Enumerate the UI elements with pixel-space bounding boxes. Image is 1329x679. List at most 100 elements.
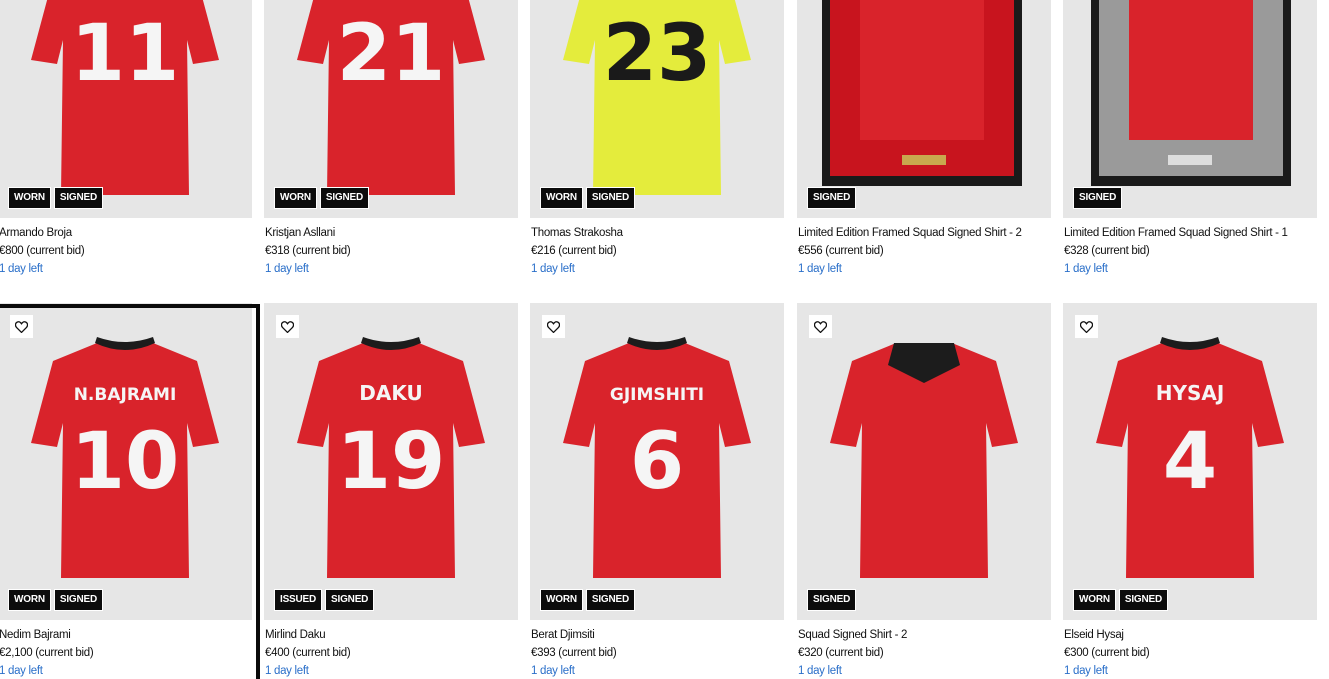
- status-badge: SIGNED: [807, 589, 857, 611]
- bid-label: (current bid): [23, 245, 85, 257]
- favorite-button[interactable]: [542, 315, 565, 338]
- bid-label: (current bid): [822, 647, 884, 659]
- heart-outline-icon: [281, 320, 294, 333]
- bid-amount: €800: [0, 245, 24, 257]
- bid-label: (current bid): [555, 647, 617, 659]
- product-image[interactable]: SIGNED: [797, 303, 1051, 620]
- shirt-number: 21: [337, 9, 446, 99]
- badge-group: WORN SIGNED: [540, 187, 636, 209]
- product-image[interactable]: 23 WORN SIGNED: [530, 0, 784, 218]
- badge-group: SIGNED: [807, 187, 857, 209]
- auction-card[interactable]: 21 WORN SIGNED Kristjan Asllani €318 (curren…: [264, 0, 518, 278]
- status-badge: WORN: [8, 589, 51, 611]
- auction-card[interactable]: N.BAJRAMI 10 WORN SIGNED Nedim Bajrami €2,100…: [0, 303, 252, 679]
- bid-amount: €393: [531, 647, 556, 659]
- bid-amount: €300: [1064, 647, 1089, 659]
- time-left: 1 day left: [531, 263, 575, 275]
- bid-amount: €328: [1064, 245, 1089, 257]
- heart-outline-icon: [1080, 320, 1093, 333]
- status-badge: SIGNED: [325, 589, 375, 611]
- status-badge: SIGNED: [53, 589, 104, 611]
- current-bid: €2,100 (current bid): [0, 647, 252, 662]
- badge-group: ISSUED SIGNED: [274, 589, 375, 611]
- auction-card[interactable]: 23 WORN SIGNED Thomas Strakosha €216 (curren…: [530, 0, 784, 278]
- shirt-name: N.BAJRAMI: [74, 385, 177, 405]
- bid-label: (current bid): [289, 245, 351, 257]
- time-left: 1 day left: [265, 665, 309, 677]
- item-title[interactable]: Armando Broja: [0, 227, 252, 242]
- auction-card[interactable]: HYSAJ 4 WORN SIGNED Elseid Hysaj €300 (curren…: [1063, 303, 1317, 679]
- status-badge: WORN: [274, 187, 317, 209]
- shirt-number: 19: [337, 417, 446, 507]
- favorite-button[interactable]: [809, 315, 832, 338]
- shirt-image: [822, 0, 1022, 186]
- bid-label: (current bid): [822, 245, 884, 257]
- time-left: 1 day left: [798, 665, 842, 677]
- item-title[interactable]: Limited Edition Framed Squad Signed Shir…: [1064, 227, 1317, 242]
- time-left: 1 day left: [0, 665, 43, 677]
- shirt-number: 6: [630, 417, 684, 507]
- auction-card[interactable]: SIGNED Limited Edition Framed Squad Signe…: [797, 0, 1051, 278]
- auction-card[interactable]: DAKU 19 ISSUED SIGNED Mirlind Daku €400 (curr…: [264, 303, 518, 679]
- item-title[interactable]: Thomas Strakosha: [531, 227, 784, 242]
- shirt-number: 4: [1163, 417, 1217, 507]
- time-left: 1 day left: [1064, 665, 1108, 677]
- product-image[interactable]: 11 WORN SIGNED: [0, 0, 252, 218]
- auction-card[interactable]: GJIMSHITI 6 WORN SIGNED Berat Djimsiti €393 (…: [530, 303, 784, 679]
- item-title[interactable]: Squad Signed Shirt - 2: [798, 629, 1051, 644]
- status-badge: SIGNED: [53, 187, 104, 209]
- shirt-image: [1091, 0, 1291, 186]
- bid-label: (current bid): [555, 245, 617, 257]
- bid-amount: €556: [798, 245, 823, 257]
- status-badge: SIGNED: [1073, 187, 1123, 209]
- current-bid: €400 (current bid): [265, 647, 518, 662]
- current-bid: €216 (current bid): [531, 245, 784, 260]
- product-image[interactable]: SIGNED: [1063, 0, 1317, 218]
- current-bid: €300 (current bid): [1064, 647, 1317, 662]
- item-title[interactable]: Mirlind Daku: [265, 629, 518, 644]
- badge-group: WORN SIGNED: [8, 187, 104, 209]
- shirt-name: GJIMSHITI: [610, 385, 704, 405]
- favorite-button[interactable]: [276, 315, 299, 338]
- badge-group: SIGNED: [807, 589, 857, 611]
- bid-amount: €216: [531, 245, 556, 257]
- product-image[interactable]: 21 WORN SIGNED: [264, 0, 518, 218]
- status-badge: WORN: [540, 187, 583, 209]
- bid-label: (current bid): [289, 647, 351, 659]
- heart-outline-icon: [547, 320, 560, 333]
- badge-group: WORN SIGNED: [1073, 589, 1169, 611]
- auction-card[interactable]: SIGNED Squad Signed Shirt - 2 €320 (curren…: [797, 303, 1051, 679]
- shirt-image: 21: [297, 0, 485, 195]
- bid-amount: €400: [265, 647, 290, 659]
- status-badge: SIGNED: [1118, 589, 1169, 611]
- favorite-button[interactable]: [1075, 315, 1098, 338]
- item-title[interactable]: Limited Edition Framed Squad Signed Shir…: [798, 227, 1051, 242]
- shirt-image: [830, 343, 1018, 578]
- item-title[interactable]: Kristjan Asllani: [265, 227, 518, 242]
- product-image[interactable]: SIGNED: [797, 0, 1051, 218]
- auction-card[interactable]: 11 WORN SIGNED Armando Broja €800 (current b…: [0, 0, 252, 278]
- status-badge: ISSUED: [274, 589, 323, 611]
- shirt-image: 23: [563, 0, 751, 195]
- status-badge: WORN: [1073, 589, 1116, 611]
- shirt-name: HYSAJ: [1156, 381, 1225, 405]
- shirt-image: GJIMSHITI 6: [563, 337, 751, 578]
- product-image[interactable]: DAKU 19 ISSUED SIGNED: [264, 303, 518, 620]
- status-badge: SIGNED: [807, 187, 857, 209]
- time-left: 1 day left: [0, 263, 43, 275]
- auction-card[interactable]: SIGNED Limited Edition Framed Squad Signe…: [1063, 0, 1317, 278]
- product-image[interactable]: GJIMSHITI 6 WORN SIGNED: [530, 303, 784, 620]
- favorite-button[interactable]: [10, 315, 33, 338]
- shirt-number: 23: [603, 9, 712, 99]
- shirt-image: N.BAJRAMI 10: [31, 337, 219, 578]
- product-image[interactable]: N.BAJRAMI 10 WORN SIGNED: [0, 303, 252, 620]
- item-title[interactable]: Elseid Hysaj: [1064, 629, 1317, 644]
- current-bid: €393 (current bid): [531, 647, 784, 662]
- badge-group: WORN SIGNED: [274, 187, 370, 209]
- current-bid: €556 (current bid): [798, 245, 1051, 260]
- product-image[interactable]: HYSAJ 4 WORN SIGNED: [1063, 303, 1317, 620]
- item-title[interactable]: Berat Djimsiti: [531, 629, 784, 644]
- shirt-image: DAKU 19: [297, 337, 485, 578]
- item-title[interactable]: Nedim Bajrami: [0, 629, 252, 644]
- bid-label: (current bid): [32, 647, 94, 659]
